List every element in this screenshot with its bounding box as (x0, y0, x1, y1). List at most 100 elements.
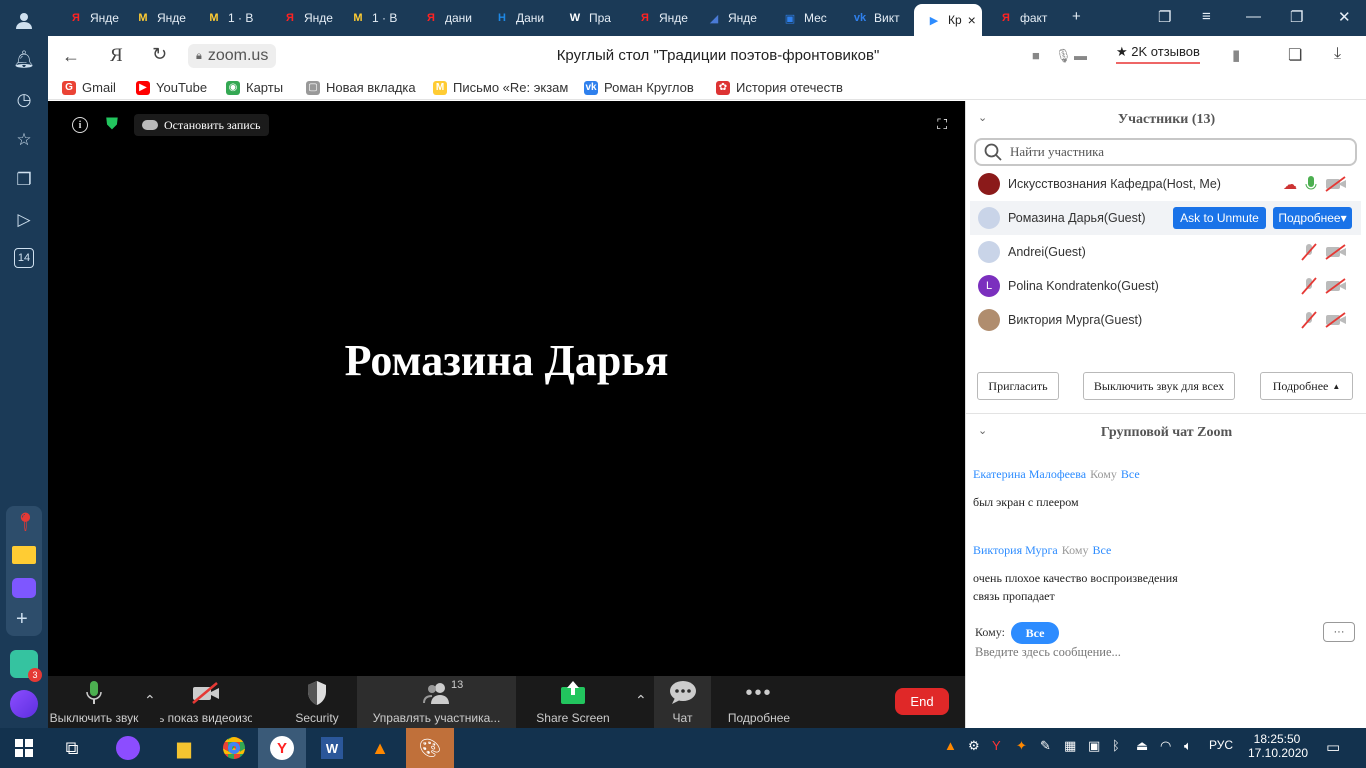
vlc-icon[interactable]: ▲ (356, 728, 404, 768)
browser-tab[interactable]: Я Янде (270, 4, 334, 32)
chat-sender[interactable]: Екатерина Малофеева (973, 467, 1086, 481)
bookmark-item[interactable]: ▶ YouTube (136, 80, 207, 95)
volume-icon[interactable]: 🔈︎ (1184, 738, 1192, 754)
task-view-icon[interactable]: ⧉ (48, 728, 96, 768)
browser-tab[interactable]: M Янде (123, 4, 187, 32)
tray-icon-1[interactable]: ⚙ (968, 738, 980, 754)
notifications-icon[interactable]: 🔔︎ (12, 48, 36, 72)
chat-button[interactable]: Чат (654, 676, 711, 728)
extensions-icon[interactable]: ❏ (1288, 45, 1302, 65)
history-icon[interactable]: ◷ (12, 88, 36, 112)
mic-permission-icon[interactable]: 🎙︎ (1055, 48, 1072, 64)
menu-icon[interactable]: ≡ (1202, 8, 1211, 25)
vlc-tray-icon[interactable]: ▲ (944, 738, 957, 753)
word-icon[interactable]: W (308, 728, 356, 768)
mute-button[interactable]: Выключить звук (48, 676, 140, 728)
url-box[interactable]: 🔒︎ zoom.us (188, 44, 277, 68)
tray-icon-5[interactable]: ▣ (1088, 738, 1100, 754)
browser-tab[interactable]: M 1 · В (338, 4, 402, 32)
browser-tab[interactable]: Я Янде (625, 4, 689, 32)
chat-message-input[interactable]: Введите здесь сообщение... (975, 645, 1355, 665)
alice-icon[interactable] (10, 690, 38, 718)
participant-row[interactable]: Искусствознания Кафедра(Host, Me) ☁ (970, 167, 1361, 201)
info-icon[interactable]: i (72, 117, 88, 133)
collections-icon[interactable]: ❐ (12, 168, 36, 192)
add-icon[interactable]: + (16, 608, 28, 631)
manage-participants-button[interactable]: Управлять участника... 13 (357, 676, 516, 728)
participants-more-button[interactable]: Подробнее ▲ (1260, 372, 1353, 400)
chrome-icon[interactable] (210, 728, 258, 768)
maps-pin-icon[interactable]: 📍︎ (14, 512, 37, 532)
tray-icon-4[interactable]: ▦ (1064, 738, 1076, 754)
tab-close-icon[interactable]: × (968, 12, 976, 28)
bookmark-item[interactable]: ▢ Новая вкладка (306, 80, 416, 95)
browser-tab[interactable]: M 1 · В (194, 4, 258, 32)
alice-taskbar-icon[interactable] (104, 728, 152, 768)
clock[interactable]: 18:25:50 17.10.2020 (1248, 732, 1308, 760)
browser-tab[interactable]: Яфакт (986, 4, 1050, 32)
share-options-chevron-icon[interactable]: ⌃ (635, 692, 647, 709)
wifi-icon[interactable]: ◠ (1160, 738, 1171, 754)
invite-button[interactable]: Пригласить (977, 372, 1059, 400)
stop-recording-button[interactable]: Остановить запись (134, 114, 269, 136)
back-icon[interactable]: ← (62, 46, 80, 67)
share-screen-button[interactable]: Share Screen (528, 676, 618, 728)
send-app-icon[interactable]: 3 (10, 650, 42, 682)
ask-to-unmute-button[interactable]: Ask to Unmute (1173, 207, 1266, 229)
participant-search-input[interactable]: Найти участника (974, 138, 1357, 166)
end-meeting-button[interactable]: End (895, 688, 949, 715)
audio-options-chevron-icon[interactable]: ⌃ (144, 692, 156, 709)
browser-tab[interactable]: W Пра (555, 4, 619, 32)
participant-more-button[interactable]: Подробнее ▾ (1273, 207, 1352, 229)
bookmark-item[interactable]: M Письмо «Re: экзам (433, 80, 568, 95)
tabs-menu-icon[interactable]: ❐ (1158, 8, 1171, 26)
fullscreen-icon[interactable]: ⛶ (937, 116, 947, 133)
language-indicator[interactable]: РУС (1209, 738, 1233, 752)
browser-tab[interactable]: H Дани (482, 4, 546, 32)
encryption-shield-icon[interactable]: ⛊ (106, 116, 122, 134)
restore-icon[interactable]: ❐ (1290, 8, 1303, 26)
yandex-tray-icon[interactable]: Y (992, 738, 1001, 753)
browser-tab[interactable]: ▣ Мес (770, 4, 834, 32)
mute-all-button[interactable]: Выключить звук для всех (1083, 372, 1235, 400)
browser-tab[interactable]: Ядани (411, 4, 475, 32)
tray-icon-2[interactable]: ✦ (1016, 738, 1027, 754)
notifications-center-icon[interactable]: ▭ (1326, 738, 1340, 756)
reviews-badge[interactable]: ★ 2K отзывов (1116, 44, 1200, 64)
minimize-icon[interactable]: — (1246, 8, 1261, 25)
calendar-counter-icon[interactable]: 14 (14, 248, 34, 268)
chat-recipient-select[interactable]: Все (1011, 622, 1059, 644)
new-tab-icon[interactable]: + (1072, 8, 1081, 25)
close-window-icon[interactable]: ✕ (1338, 8, 1351, 26)
bookmark-item[interactable]: ◉ Карты (226, 80, 283, 95)
bookmark-item[interactable]: vk Роман Круглов (584, 80, 694, 95)
message-icon[interactable]: ▬ (1074, 48, 1087, 63)
windows-start-icon[interactable] (0, 728, 48, 768)
messenger-icon[interactable] (12, 578, 36, 598)
yandex-home-icon[interactable]: Я (110, 45, 123, 67)
participant-row[interactable]: Ромазина Дарья(Guest) Ask to Unmute Подроб… (970, 201, 1361, 235)
file-explorer-icon[interactable]: ▆ (160, 728, 208, 768)
camera-permission-icon[interactable]: ■ (1032, 48, 1040, 63)
browser-tab[interactable]: vk Викт (840, 4, 904, 32)
stop-video-button[interactable]: ь показ видеоизо (160, 676, 252, 728)
yandex-browser-icon[interactable]: Y (258, 728, 306, 768)
reload-icon[interactable]: ↻ (152, 44, 167, 65)
mail-icon[interactable] (12, 546, 36, 564)
chat-more-button[interactable]: ··· (1323, 622, 1355, 642)
favorites-icon[interactable]: ☆ (12, 128, 36, 152)
bookmark-item[interactable]: G Gmail (62, 80, 116, 95)
browser-tab[interactable]: ▶ Кр × (914, 4, 982, 36)
tray-icon-3[interactable]: ✎ (1040, 738, 1051, 754)
chat-sender[interactable]: Виктория Мурга (973, 543, 1058, 557)
browser-tab[interactable]: Я Янде (56, 4, 120, 32)
security-button[interactable]: Security (278, 676, 356, 728)
download-icon[interactable]: ⤓ (1334, 45, 1341, 63)
participant-row[interactable]: Виктория Мурга(Guest) (970, 303, 1361, 337)
bookmark-icon[interactable]: ▮ (1232, 46, 1240, 64)
browser-tab[interactable]: ◢ Янде (694, 4, 758, 32)
participant-row[interactable]: Andrei(Guest) (970, 235, 1361, 269)
usb-icon[interactable]: ⏏ (1136, 738, 1148, 754)
video-icon[interactable]: ▷ (12, 208, 36, 232)
paint-icon[interactable]: 🎨︎ (406, 728, 454, 768)
